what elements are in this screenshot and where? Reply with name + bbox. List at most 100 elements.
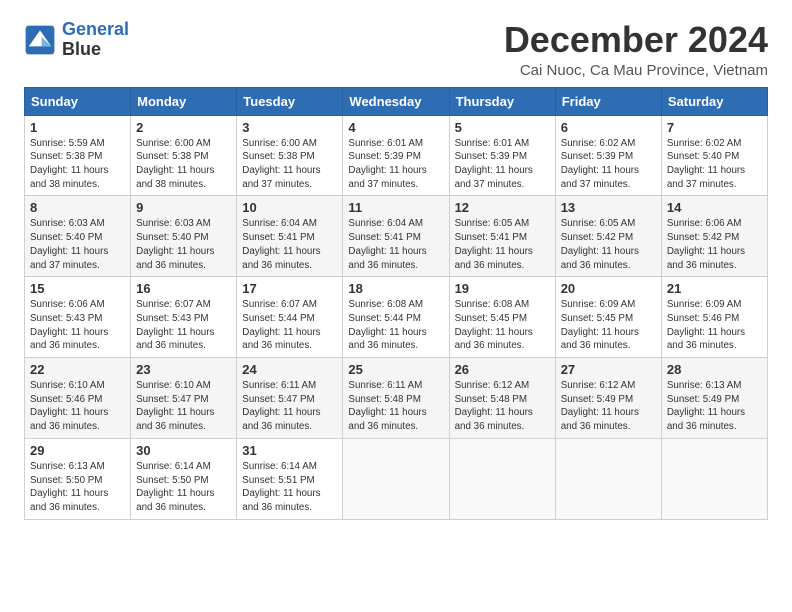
day-number: 3 [242,120,337,135]
sunrise-text: Sunrise: 6:04 AM [348,218,423,229]
daylight-text: Daylight: 11 hours and 37 minutes. [667,165,745,190]
calendar-cell: 8 Sunrise: 6:03 AM Sunset: 5:40 PM Dayli… [25,196,131,277]
sunrise-text: Sunrise: 6:10 AM [30,380,105,391]
sunset-text: Sunset: 5:44 PM [242,313,314,324]
logo-line2: Blue [62,40,129,60]
day-number: 15 [30,281,125,296]
calendar-week-1: 1 Sunrise: 5:59 AM Sunset: 5:38 PM Dayli… [25,115,768,196]
calendar-cell: 25 Sunrise: 6:11 AM Sunset: 5:48 PM Dayl… [343,358,449,439]
logo: General Blue [24,20,129,60]
calendar-cell: 5 Sunrise: 6:01 AM Sunset: 5:39 PM Dayli… [449,115,555,196]
day-number: 19 [455,281,550,296]
calendar-cell: 27 Sunrise: 6:12 AM Sunset: 5:49 PM Dayl… [555,358,661,439]
day-info: Sunrise: 6:12 AM Sunset: 5:48 PM Dayligh… [455,379,550,434]
calendar-header-row: SundayMondayTuesdayWednesdayThursdayFrid… [25,87,768,115]
daylight-text: Daylight: 11 hours and 37 minutes. [348,165,426,190]
calendar-cell: 29 Sunrise: 6:13 AM Sunset: 5:50 PM Dayl… [25,438,131,519]
daylight-text: Daylight: 11 hours and 36 minutes. [667,407,745,432]
day-info: Sunrise: 6:08 AM Sunset: 5:45 PM Dayligh… [455,298,550,353]
sunrise-text: Sunrise: 6:08 AM [348,299,423,310]
calendar-cell: 26 Sunrise: 6:12 AM Sunset: 5:48 PM Dayl… [449,358,555,439]
calendar-cell: 23 Sunrise: 6:10 AM Sunset: 5:47 PM Dayl… [131,358,237,439]
daylight-text: Daylight: 11 hours and 36 minutes. [348,327,426,352]
calendar-cell: 7 Sunrise: 6:02 AM Sunset: 5:40 PM Dayli… [661,115,767,196]
sunrise-text: Sunrise: 6:01 AM [348,138,423,149]
day-number: 21 [667,281,762,296]
daylight-text: Daylight: 11 hours and 37 minutes. [561,165,639,190]
calendar-cell: 9 Sunrise: 6:03 AM Sunset: 5:40 PM Dayli… [131,196,237,277]
sunrise-text: Sunrise: 6:14 AM [242,461,317,472]
day-info: Sunrise: 6:03 AM Sunset: 5:40 PM Dayligh… [136,217,231,272]
sunset-text: Sunset: 5:38 PM [136,151,208,162]
daylight-text: Daylight: 11 hours and 36 minutes. [667,327,745,352]
title-block: December 2024 Cai Nuoc, Ca Mau Province,… [504,20,768,79]
calendar-cell: 10 Sunrise: 6:04 AM Sunset: 5:41 PM Dayl… [237,196,343,277]
calendar-cell: 31 Sunrise: 6:14 AM Sunset: 5:51 PM Dayl… [237,438,343,519]
day-info: Sunrise: 6:08 AM Sunset: 5:44 PM Dayligh… [348,298,443,353]
day-number: 18 [348,281,443,296]
calendar-cell [343,438,449,519]
sunrise-text: Sunrise: 6:01 AM [455,138,530,149]
sunset-text: Sunset: 5:47 PM [242,394,314,405]
daylight-text: Daylight: 11 hours and 36 minutes. [30,407,108,432]
calendar-cell: 4 Sunrise: 6:01 AM Sunset: 5:39 PM Dayli… [343,115,449,196]
day-number: 11 [348,200,443,215]
calendar-cell: 17 Sunrise: 6:07 AM Sunset: 5:44 PM Dayl… [237,277,343,358]
sunrise-text: Sunrise: 6:07 AM [242,299,317,310]
sunrise-text: Sunrise: 6:09 AM [667,299,742,310]
daylight-text: Daylight: 11 hours and 36 minutes. [455,246,533,271]
calendar-header-friday: Friday [555,87,661,115]
sunrise-text: Sunrise: 6:03 AM [30,218,105,229]
day-info: Sunrise: 6:00 AM Sunset: 5:38 PM Dayligh… [136,137,231,192]
sunset-text: Sunset: 5:51 PM [242,475,314,486]
day-info: Sunrise: 6:11 AM Sunset: 5:48 PM Dayligh… [348,379,443,434]
daylight-text: Daylight: 11 hours and 36 minutes. [136,488,214,513]
sunset-text: Sunset: 5:39 PM [455,151,527,162]
day-number: 1 [30,120,125,135]
day-number: 29 [30,443,125,458]
sunrise-text: Sunrise: 6:05 AM [455,218,530,229]
daylight-text: Daylight: 11 hours and 37 minutes. [455,165,533,190]
calendar-cell: 15 Sunrise: 6:06 AM Sunset: 5:43 PM Dayl… [25,277,131,358]
day-number: 6 [561,120,656,135]
sunset-text: Sunset: 5:45 PM [561,313,633,324]
logo-text: General Blue [62,20,129,60]
calendar-cell: 6 Sunrise: 6:02 AM Sunset: 5:39 PM Dayli… [555,115,661,196]
daylight-text: Daylight: 11 hours and 36 minutes. [136,327,214,352]
day-number: 16 [136,281,231,296]
sunset-text: Sunset: 5:38 PM [242,151,314,162]
sunset-text: Sunset: 5:42 PM [561,232,633,243]
sunrise-text: Sunrise: 6:13 AM [667,380,742,391]
sunrise-text: Sunrise: 6:09 AM [561,299,636,310]
day-info: Sunrise: 6:09 AM Sunset: 5:45 PM Dayligh… [561,298,656,353]
daylight-text: Daylight: 11 hours and 37 minutes. [30,246,108,271]
calendar-week-4: 22 Sunrise: 6:10 AM Sunset: 5:46 PM Dayl… [25,358,768,439]
daylight-text: Daylight: 11 hours and 36 minutes. [561,407,639,432]
sunset-text: Sunset: 5:47 PM [136,394,208,405]
calendar-cell: 1 Sunrise: 5:59 AM Sunset: 5:38 PM Dayli… [25,115,131,196]
day-number: 27 [561,362,656,377]
daylight-text: Daylight: 11 hours and 36 minutes. [561,327,639,352]
sunrise-text: Sunrise: 6:11 AM [242,380,316,391]
daylight-text: Daylight: 11 hours and 36 minutes. [242,407,320,432]
calendar-week-3: 15 Sunrise: 6:06 AM Sunset: 5:43 PM Dayl… [25,277,768,358]
calendar-cell: 3 Sunrise: 6:00 AM Sunset: 5:38 PM Dayli… [237,115,343,196]
calendar-table: SundayMondayTuesdayWednesdayThursdayFrid… [24,87,768,520]
location-subtitle: Cai Nuoc, Ca Mau Province, Vietnam [504,62,768,79]
day-info: Sunrise: 6:00 AM Sunset: 5:38 PM Dayligh… [242,137,337,192]
day-info: Sunrise: 5:59 AM Sunset: 5:38 PM Dayligh… [30,137,125,192]
calendar-header-wednesday: Wednesday [343,87,449,115]
day-number: 17 [242,281,337,296]
day-number: 4 [348,120,443,135]
daylight-text: Daylight: 11 hours and 36 minutes. [30,327,108,352]
sunrise-text: Sunrise: 5:59 AM [30,138,105,149]
sunrise-text: Sunrise: 6:10 AM [136,380,211,391]
day-info: Sunrise: 6:13 AM Sunset: 5:49 PM Dayligh… [667,379,762,434]
header-row: General Blue December 2024 Cai Nuoc, Ca … [24,20,768,79]
day-info: Sunrise: 6:07 AM Sunset: 5:43 PM Dayligh… [136,298,231,353]
calendar-cell: 22 Sunrise: 6:10 AM Sunset: 5:46 PM Dayl… [25,358,131,439]
sunset-text: Sunset: 5:49 PM [561,394,633,405]
logo-line1: General [62,20,129,40]
day-info: Sunrise: 6:06 AM Sunset: 5:43 PM Dayligh… [30,298,125,353]
sunset-text: Sunset: 5:41 PM [242,232,314,243]
